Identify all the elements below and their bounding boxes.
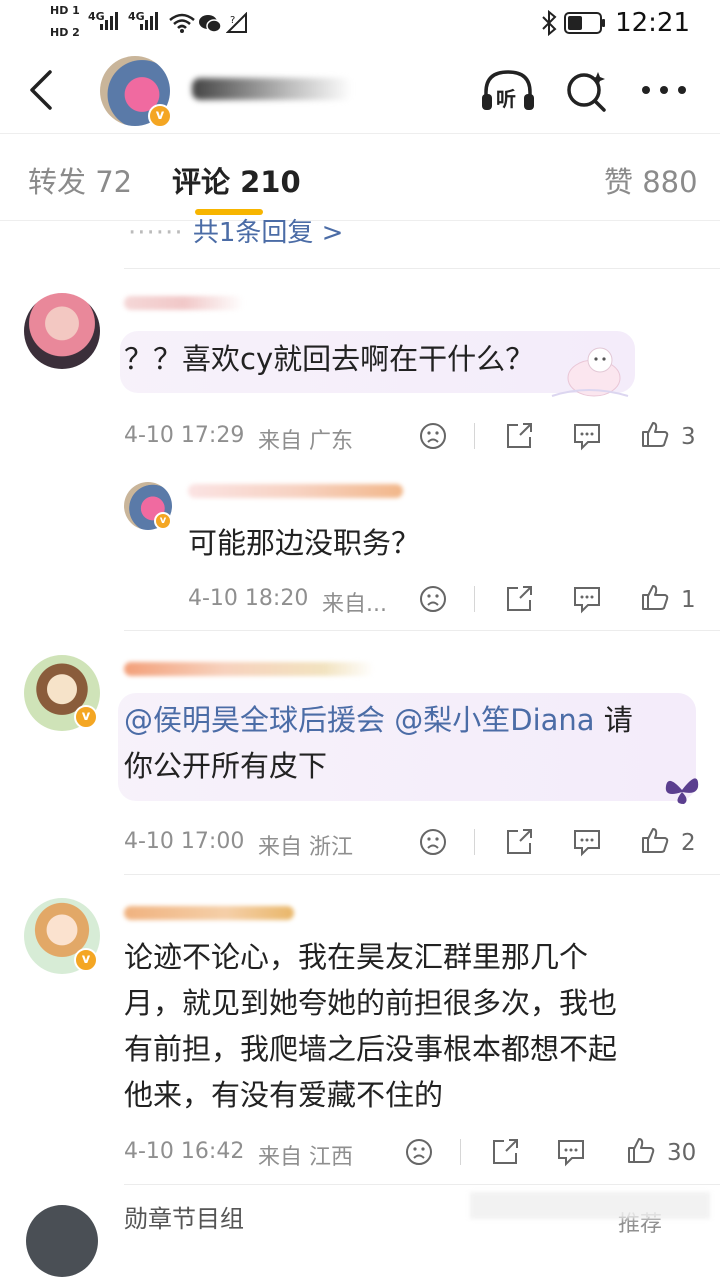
butterfly-sticker-icon (665, 778, 699, 804)
comment-date: 4-10 16:42 (124, 1139, 245, 1164)
comment-date: 4-10 17:00 (124, 829, 245, 854)
comment-source: 来自 浙江 (258, 835, 353, 860)
divider (124, 268, 720, 269)
comment-text: 论迹不论心，我在昊友汇群里那几个 月，就见到她夸她的前担很多次，我也 有前担，我… (124, 934, 617, 1118)
watermark-overlay (470, 1192, 710, 1219)
divider (474, 586, 475, 612)
share-icon[interactable] (504, 584, 534, 614)
sticker-decoration-icon (551, 347, 629, 397)
divider (474, 423, 475, 449)
comment-text-line: 你公开所有皮下 (124, 749, 328, 783)
comment-text-line: 论迹不论心，我在昊友汇群里那几个 (124, 940, 589, 974)
comment-text-part: 请 (594, 703, 633, 737)
verified-badge-icon: v (74, 705, 98, 729)
reply-text: 可能那边没职务？ (188, 526, 421, 560)
commenter-name-redacted (124, 662, 374, 676)
tab-bar: 转发 72 评论 210 赞 880 (0, 135, 720, 221)
reply-date: 4-10 18:20 (188, 586, 309, 611)
comment-text: ？？喜欢cy就回去啊在干什么？ (124, 342, 535, 376)
no-sim-signal-icon: ? (226, 12, 247, 33)
like-icon[interactable] (626, 1135, 656, 1165)
divider (124, 1184, 720, 1185)
share-icon[interactable] (504, 421, 534, 451)
dislike-face-icon[interactable] (418, 827, 448, 857)
listen-label: 听 (496, 87, 516, 111)
comment-date: 4-10 17:29 (124, 423, 245, 448)
comment-text-line: 月，就见到她夸她的前担很多次，我也 (124, 986, 618, 1020)
verified-badge-icon: v (148, 104, 172, 128)
more-icon[interactable] (640, 84, 690, 96)
wifi-icon (169, 13, 195, 33)
comment-text-line: 有前担，我爬墙之后没事根本都想不起 (124, 1032, 618, 1066)
comment-source: 来自 广东 (258, 429, 353, 454)
divider (474, 829, 475, 855)
reply-name-redacted (188, 484, 403, 498)
divider (124, 630, 720, 631)
divider (460, 1139, 461, 1165)
reply-source: 来自... (322, 592, 387, 617)
battery-icon (564, 12, 605, 34)
divider (124, 874, 720, 875)
like-icon[interactable] (640, 825, 670, 855)
mention-link[interactable]: @侯明昊全球后援会 (124, 703, 385, 737)
search-icon[interactable] (564, 68, 610, 114)
comment-icon[interactable] (572, 584, 602, 614)
tab-likes[interactable]: 赞 880 (604, 159, 698, 201)
clock: 12:21 (615, 8, 690, 38)
like-count: 2 (681, 830, 696, 856)
signal-icon (100, 12, 118, 30)
like-count: 1 (681, 587, 696, 613)
status-bar: HD 1 HD 2 4G 4G ? 12:21 (0, 0, 720, 48)
dislike-face-icon[interactable] (418, 584, 448, 614)
comment-icon[interactable] (556, 1137, 586, 1167)
back-arrow-icon[interactable] (24, 68, 64, 112)
comment-icon[interactable] (572, 421, 602, 451)
like-icon[interactable] (640, 582, 670, 612)
commenter-avatar[interactable] (24, 293, 100, 369)
share-icon[interactable] (504, 827, 534, 857)
tab-repost[interactable]: 转发 72 (28, 159, 132, 201)
comment-source: 来自 江西 (258, 1145, 353, 1170)
comment-icon[interactable] (572, 827, 602, 857)
dislike-face-icon[interactable] (404, 1137, 434, 1167)
dislike-face-icon[interactable] (418, 421, 448, 451)
share-icon[interactable] (490, 1137, 520, 1167)
verified-badge-icon: v (154, 512, 172, 530)
sim2-label: HD 2 (50, 26, 80, 39)
wechat-icon (199, 15, 222, 33)
listen-icon[interactable]: 听 (480, 68, 536, 114)
commenter-name-redacted (124, 906, 294, 920)
commenter-avatar[interactable] (26, 1205, 98, 1277)
more-replies-label[interactable]: 共1条回复 > (193, 218, 344, 248)
svg-text:?: ? (230, 15, 235, 26)
comment-text-line: 他来，有没有爱藏不住的 (124, 1078, 444, 1112)
more-replies-link[interactable]: ······ 共1条回复 > (128, 212, 343, 249)
sim1-label: HD 1 (50, 4, 80, 17)
like-count: 30 (667, 1140, 697, 1166)
verified-badge-icon: v (74, 948, 98, 972)
comment-text: @侯明昊全球后援会 @梨小笙Diana 请 你公开所有皮下 (124, 697, 633, 789)
like-count: 3 (681, 424, 696, 450)
tab-comments[interactable]: 评论 210 (172, 159, 301, 201)
like-icon[interactable] (640, 419, 670, 449)
author-name-redacted (192, 78, 352, 100)
signal-icon (140, 12, 158, 30)
commenter-name-redacted (124, 296, 244, 310)
mention-link[interactable]: @梨小笙Diana (394, 703, 594, 737)
bluetooth-icon (542, 10, 557, 36)
post-header: v 听 (0, 48, 720, 134)
commenter-name: 勋章节目组 (124, 1205, 244, 1233)
